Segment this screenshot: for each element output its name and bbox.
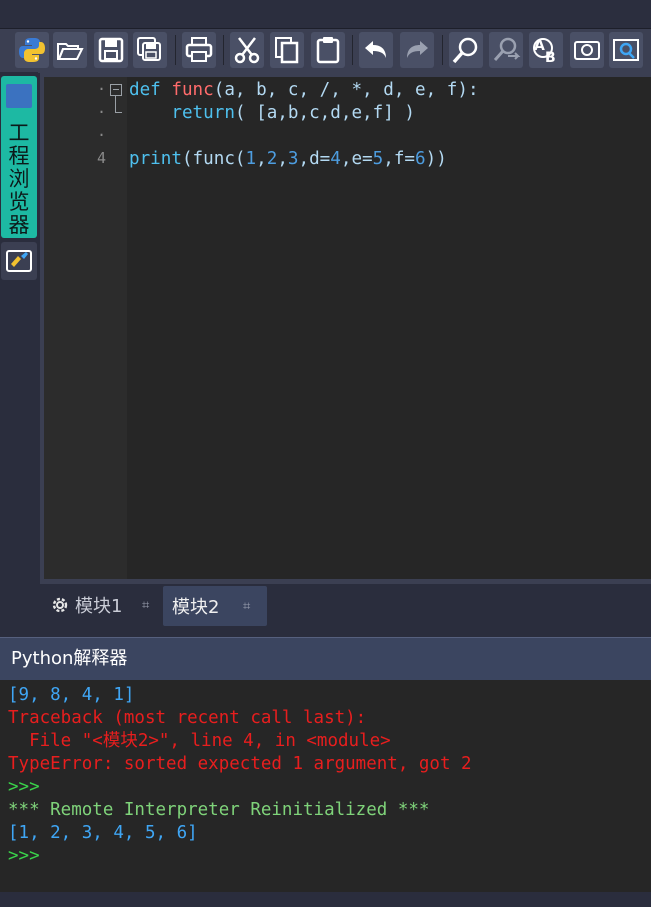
tab-close-icon[interactable]: ⌗: [243, 599, 250, 614]
tab-module-1[interactable]: 模块1 ⌗: [45, 588, 161, 622]
code-text: ,: [277, 149, 288, 169]
tab-close-icon[interactable]: ⌗: [142, 598, 149, 613]
code-keyword: def: [129, 80, 172, 100]
fold-collapse-icon[interactable]: [110, 84, 122, 96]
copy-icon[interactable]: [270, 32, 304, 68]
console-line: File "<模块2>", line 4, in <module>: [8, 731, 391, 751]
code-keyword: print: [129, 149, 182, 169]
undo-icon[interactable]: [359, 32, 393, 68]
code-line-1: def func(a, b, c, /, *, d, e, f):: [129, 79, 479, 102]
sidebar-tool-button[interactable]: [1, 242, 37, 280]
tab-label: 模块1: [75, 596, 123, 617]
line-number: 4: [96, 149, 106, 167]
open-folder-icon[interactable]: [53, 32, 87, 68]
console-line: [9, 8, 4, 1]: [8, 685, 135, 705]
code-line-4: print(func(1,2,3,d=4,e=5,f=6)): [129, 148, 447, 171]
project-browser-icon: [6, 84, 32, 108]
toolbar-separator: [223, 35, 224, 65]
code-text: ,: [256, 149, 267, 169]
tool-settings-icon: [6, 250, 32, 272]
toolbar-separator: [352, 35, 353, 65]
gear-icon: [52, 597, 68, 613]
console-line: TypeError: sorted expected 1 argument, g…: [8, 754, 472, 774]
code-text: ,f=: [383, 149, 416, 169]
code-number: 1: [245, 149, 257, 169]
code-line-2: return( [a,b,c,d,e,f] ): [129, 102, 415, 125]
toolbar-separator: [175, 35, 176, 65]
code-number: 5: [372, 149, 384, 169]
console-prompt: >>>: [8, 777, 40, 797]
screenshot-icon[interactable]: [570, 32, 604, 68]
project-browser-tab[interactable]: 工程浏览器: [1, 76, 37, 238]
code-keyword: return: [171, 103, 235, 123]
window-top-strip: [0, 0, 651, 28]
python-console[interactable]: [9, 8, 4, 1] Traceback (most recent call…: [0, 680, 651, 892]
console-line: [1, 2, 3, 4, 5, 6]: [8, 823, 198, 843]
save-icon[interactable]: [94, 32, 128, 68]
code-number: 3: [287, 149, 299, 169]
code-text: )): [425, 149, 447, 169]
tab-label: 模块2: [172, 597, 220, 618]
code-number: 4: [330, 149, 341, 169]
code-expression: ( [a,b,c,d,e,f] ): [234, 103, 416, 123]
bottom-strip: [0, 892, 651, 907]
console-line: Traceback (most recent call last):: [8, 708, 367, 728]
fold-guide: [115, 96, 116, 112]
cut-icon[interactable]: [230, 32, 264, 68]
project-browser-label: 工程浏览器: [8, 121, 30, 237]
console-line: *** Remote Interpreter Reinitialized ***: [8, 800, 430, 820]
fold-guide-end: [115, 112, 122, 113]
code-text: ,d=: [298, 149, 331, 169]
code-params: (a, b, c, /, *, d, e, f):: [213, 80, 479, 100]
find-replace-icon[interactable]: [489, 32, 523, 68]
paste-icon[interactable]: [311, 32, 345, 68]
interpreter-panel-title: Python解释器: [0, 637, 651, 680]
line-number: ·: [96, 103, 106, 121]
toolbar-separator: [442, 35, 443, 65]
panel-title-text: Python解释器: [11, 648, 128, 669]
zoom-icon[interactable]: [609, 32, 643, 68]
left-sidebar: 工程浏览器: [0, 72, 38, 632]
redo-icon[interactable]: [400, 32, 434, 68]
code-function-name: func: [171, 80, 214, 100]
code-text: (func(: [181, 149, 246, 169]
tab-module-2[interactable]: 模块2 ⌗: [163, 586, 267, 626]
save-all-icon[interactable]: [133, 32, 167, 68]
line-number: ·: [96, 126, 106, 144]
line-number: ·: [96, 80, 106, 98]
console-prompt[interactable]: >>>: [8, 845, 40, 868]
spell-check-icon[interactable]: AB: [529, 32, 563, 68]
print-icon[interactable]: [182, 32, 216, 68]
find-icon[interactable]: [449, 32, 483, 68]
python-logo-icon[interactable]: [15, 32, 49, 68]
code-number: 2: [266, 149, 278, 169]
main-toolbar: AB: [0, 28, 651, 73]
code-number: 6: [415, 149, 426, 169]
code-text: ,e=: [340, 149, 373, 169]
